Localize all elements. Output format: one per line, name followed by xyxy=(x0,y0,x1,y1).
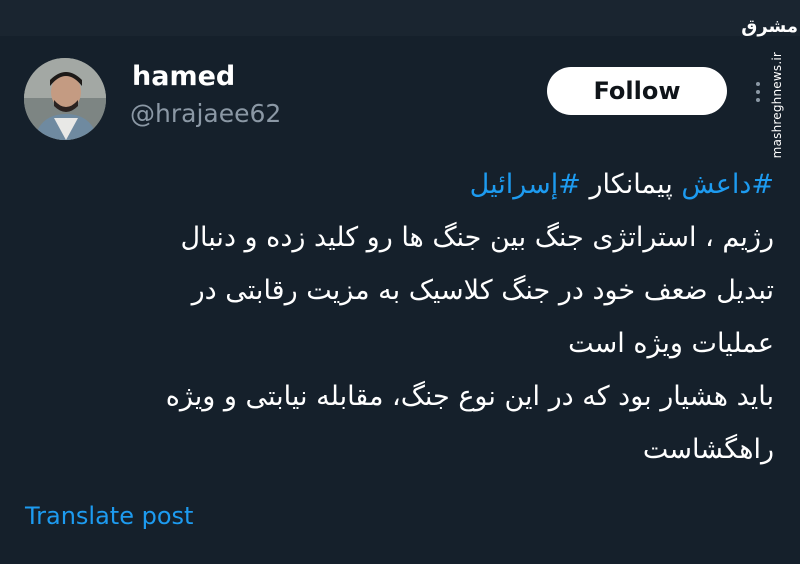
tweet-text: #داعش پیمانکار #إسرائیل رژیم ، استراتژی … xyxy=(40,158,774,476)
hashtag-link[interactable]: #داعش xyxy=(681,169,774,200)
tweet-hashtag-line: #داعش پیمانکار #إسرائیل xyxy=(40,158,774,211)
author-avatar[interactable] xyxy=(24,58,106,140)
tweet-line: باید هشیار بود که در این نوع جنگ، مقابله… xyxy=(165,381,774,412)
tweet-word: پیمانکار xyxy=(589,169,673,200)
tweet-line: تبدیل ضعف خود در جنگ کلاسیک به مزیت رقاب… xyxy=(191,275,774,306)
author-display-name[interactable]: hamed xyxy=(132,60,235,94)
tweet-line: رژیم ، استراتژی جنگ بین جنگ ها رو کلید ز… xyxy=(180,222,774,253)
author-handle[interactable]: @hrajaee62 xyxy=(130,98,281,130)
tweet-line: راهگشاست xyxy=(642,434,774,465)
top-divider-strip xyxy=(0,0,800,36)
translate-post-link[interactable]: Translate post xyxy=(25,500,193,532)
hashtag-link[interactable]: #إسرائیل xyxy=(470,169,581,200)
tweet-line: عملیات ویژه است xyxy=(568,328,774,359)
follow-button[interactable]: Follow xyxy=(547,67,727,115)
watermark-url: mashreghnews.ir xyxy=(770,52,784,159)
user-avatar-photo-icon xyxy=(24,58,106,140)
watermark: مشرق mashreghnews.ir xyxy=(741,10,800,158)
tweet-card: hamed @hrajaee62 Follow مشرق mashreghnew… xyxy=(0,0,800,564)
watermark-logo: مشرق xyxy=(741,16,798,37)
